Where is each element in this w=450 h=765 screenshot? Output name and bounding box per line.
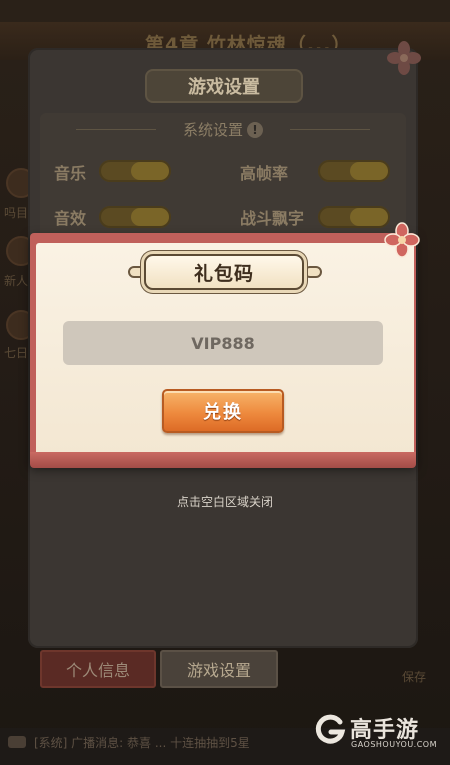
tab-personal-info[interactable]: 个人信息	[40, 650, 156, 688]
title-ornament-right	[304, 266, 322, 278]
damage-numbers-toggle[interactable]	[318, 206, 390, 228]
info-icon[interactable]: !	[247, 122, 263, 138]
side-label-1: 吗目	[4, 206, 29, 220]
setting-label-damage-numbers: 战斗飘字	[240, 209, 305, 228]
setting-label-sfx: 音效	[54, 209, 87, 228]
side-label-3: 七日	[4, 346, 29, 360]
side-label-2: 新人	[4, 274, 29, 288]
gift-code-dialog-footer-trim	[30, 452, 416, 468]
chat-icon[interactable]	[8, 736, 26, 748]
toggle-knob	[131, 208, 169, 226]
settings-close-icon[interactable]	[386, 40, 422, 76]
close-flower-icon[interactable]	[384, 222, 420, 258]
watermark: 高手游 GAOSHOUYOU.COM	[314, 710, 444, 756]
tab-game-settings[interactable]: 游戏设置	[160, 650, 278, 688]
gift-code-title: 礼包码	[144, 254, 304, 290]
setting-label-music: 音乐	[54, 164, 87, 183]
sfx-toggle[interactable]	[99, 206, 171, 228]
toggle-knob	[131, 162, 169, 180]
brand-logo-icon	[315, 714, 346, 744]
settings-title: 游戏设置	[145, 69, 303, 103]
high-fps-toggle[interactable]	[318, 160, 390, 182]
chat-message: [系统] 广播消息: 恭喜 ... 十连抽抽到5星	[34, 736, 250, 750]
close-hint: 点击空白区域关闭	[176, 495, 273, 509]
watermark-domain: GAOSHOUYOU.COM	[351, 740, 438, 749]
toggle-knob	[350, 208, 388, 226]
system-settings-heading: 系统设置!	[40, 119, 406, 140]
gift-code-input[interactable]	[63, 321, 383, 365]
side-label-right: 保存	[402, 670, 427, 684]
toggle-knob	[350, 162, 388, 180]
setting-label-high-fps: 高帧率	[240, 164, 289, 183]
redeem-button[interactable]: 兑换	[162, 389, 284, 433]
music-toggle[interactable]	[99, 160, 171, 182]
section-heading-text: 系统设置	[182, 121, 243, 139]
